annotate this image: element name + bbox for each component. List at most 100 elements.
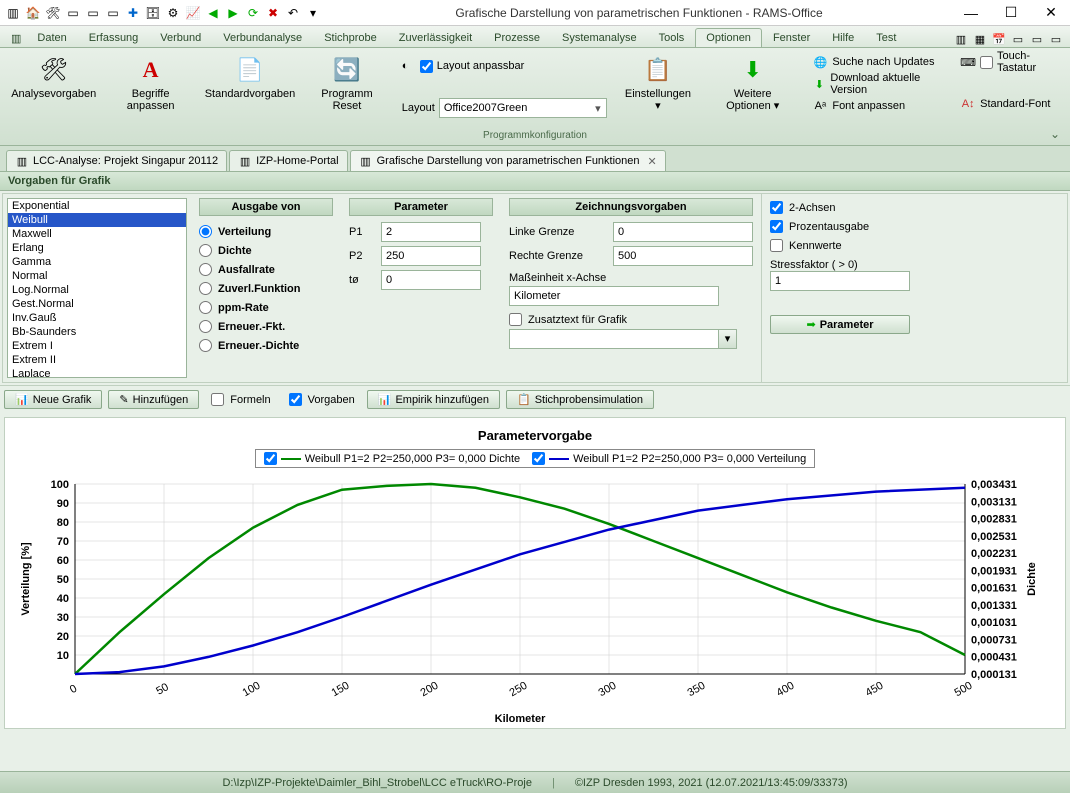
zusatztext-input[interactable] [509,329,719,349]
ribbon-icon-calendar[interactable]: 📅 [991,31,1007,47]
list-item[interactable]: Gamma [8,255,186,269]
ausgabe-radio[interactable]: Erneuer.-Dichte [199,336,333,355]
ribbon-tab-app[interactable]: ▥ [6,29,26,47]
parameter-button[interactable]: ➡ Parameter [770,315,910,334]
ribbon-icon-5[interactable]: ▭ [1029,31,1045,47]
doc-tab-grafik[interactable]: ▥ Grafische Darstellung von parametrisch… [350,150,666,171]
qat-app-icon[interactable]: ▥ [4,4,22,22]
touch-tastatur-check[interactable]: ⌨ Touch-Tastatur [956,52,1060,72]
list-item[interactable]: Inv.Gauß [8,311,186,325]
weitere-optionen-button[interactable]: ⬇ Weitere Optionen ▾ [705,52,800,114]
list-item[interactable]: Erlang [8,241,186,255]
ribbon-icon-4[interactable]: ▭ [1010,31,1026,47]
achsen-check[interactable] [770,201,783,214]
rechte-grenze-input[interactable] [613,246,753,266]
download-version-button[interactable]: ⬇ Download aktuelle Version [808,74,948,94]
ribbon-tab-test[interactable]: Test [865,28,907,47]
list-item[interactable]: Laplace [8,367,186,378]
empirik-button[interactable]: 📊Empirik hinzufügen [367,390,500,409]
layout-anpassbar-check[interactable]: ◐ Layout anpassbar [398,56,611,76]
linke-grenze-input[interactable] [613,222,753,242]
standard-font-button[interactable]: A↕ Standard-Font [956,94,1060,114]
list-item[interactable]: Normal [8,269,186,283]
qat-chart-icon[interactable]: 📈 [184,4,202,22]
ribbon-tab-verbundanalyse[interactable]: Verbundanalyse [212,28,313,47]
legend-check-1[interactable] [264,452,277,465]
ribbon-tab-erfassung[interactable]: Erfassung [78,28,150,47]
ausgabe-radio[interactable]: Verteilung [199,222,333,241]
qat-tools-icon[interactable]: 🛠 [44,4,62,22]
analysevorgaben-button[interactable]: 🛠 Analysevorgaben [10,52,97,102]
neue-grafik-button[interactable]: 📊Neue Grafik [4,390,102,409]
ribbon-tab-tools[interactable]: Tools [648,28,696,47]
qat-doc-icon[interactable]: ▭ [64,4,82,22]
ribbon-tab-stichprobe[interactable]: Stichprobe [313,28,388,47]
ausgabe-radio[interactable]: Dichte [199,241,333,260]
qat-paste-icon[interactable]: ▭ [104,4,122,22]
list-item[interactable]: Weibull [8,213,186,227]
maximize-button[interactable]: ☐ [996,3,1026,23]
ribbon-collapse-icon[interactable]: ⌄ [1050,127,1060,141]
to-input[interactable] [381,270,481,290]
qat-undo-icon[interactable]: ↶ [284,4,302,22]
ribbon-icon-2[interactable]: ▦ [972,31,988,47]
ausgabe-radio[interactable]: Ausfallrate [199,260,333,279]
list-item[interactable]: Exponential [8,199,186,213]
ribbon-tab-daten[interactable]: Daten [26,28,77,47]
list-item[interactable]: Extrem II [8,353,186,367]
ribbon-tab-systemanalyse[interactable]: Systemanalyse [551,28,648,47]
qat-gear-icon[interactable]: ⚙ [164,4,182,22]
qat-forward-icon[interactable]: ▶ [224,4,242,22]
zusatztext-check[interactable] [509,313,522,326]
ribbon-icon-6[interactable]: ▭ [1048,31,1064,47]
font-anpassen-button[interactable]: Aᵃ Font anpassen [808,96,948,116]
suche-updates-button[interactable]: 🌐 Suche nach Updates [808,52,948,72]
ribbon-tab-verbund[interactable]: Verbund [149,28,212,47]
ribbon-icon-1[interactable]: ▥ [953,31,969,47]
list-item[interactable]: Extrem I [8,339,186,353]
stress-input[interactable] [770,271,910,291]
qat-customize-icon[interactable]: ▾ [304,4,322,22]
qat-add-icon[interactable]: ✚ [124,4,142,22]
ausgabe-radio[interactable]: Erneuer.-Fkt. [199,317,333,336]
einstellungen-button[interactable]: 📋 Einstellungen ▾ [619,52,697,114]
list-item[interactable]: Gest.Normal [8,297,186,311]
minimize-button[interactable]: ― [956,3,986,23]
close-button[interactable]: ✕ [1036,3,1066,23]
masseinheit-input[interactable] [509,286,719,306]
list-item[interactable]: Bb-Saunders [8,325,186,339]
doc-tab-izp[interactable]: ▥ IZP-Home-Portal [229,150,348,171]
qat-copy-icon[interactable]: ▭ [84,4,102,22]
qat-db-icon[interactable]: 🗄 [144,4,162,22]
ausgabe-radio[interactable]: ppm-Rate [199,298,333,317]
ribbon-tab-hilfe[interactable]: Hilfe [821,28,865,47]
qat-cancel-icon[interactable]: ✖ [264,4,282,22]
layout-combo[interactable]: ▾ [439,98,607,118]
begriffe-button[interactable]: A Begriffe anpassen [105,52,195,114]
ribbon-tab-optionen[interactable]: Optionen [695,28,762,47]
qat-home-icon[interactable]: 🏠 [24,4,42,22]
hinzufuegen-button[interactable]: ✎Hinzufügen [108,390,199,409]
programm-reset-button[interactable]: 🔄 Programm Reset [304,52,390,114]
list-item[interactable]: Maxwell [8,227,186,241]
list-item[interactable]: Log.Normal [8,283,186,297]
p2-input[interactable] [381,246,481,266]
doc-tab-lcc[interactable]: ▥ LCC-Analyse: Projekt Singapur 20112 [6,150,227,171]
close-tab-icon[interactable]: ✕ [648,155,657,168]
legend-check-2[interactable] [532,452,545,465]
kennwerte-check[interactable] [770,239,783,252]
chevron-down-icon[interactable]: ▾ [590,102,606,115]
ribbon-tab-prozesse[interactable]: Prozesse [483,28,551,47]
stichproben-button[interactable]: 📋Stichprobensimulation [506,390,654,409]
standardvorgaben-button[interactable]: 📄 Standardvorgaben [204,52,296,102]
vorgaben-check[interactable] [289,393,302,406]
ribbon-tab-zuverlaessigkeit[interactable]: Zuverlässigkeit [388,28,483,47]
distribution-listbox[interactable]: ExponentialWeibullMaxwellErlangGammaNorm… [7,198,187,378]
p1-input[interactable] [381,222,481,242]
qat-back-icon[interactable]: ◀ [204,4,222,22]
ausgabe-radio[interactable]: Zuverl.Funktion [199,279,333,298]
qat-refresh-icon[interactable]: ⟳ [244,4,262,22]
ribbon-tab-fenster[interactable]: Fenster [762,28,821,47]
chevron-down-icon[interactable]: ▾ [719,329,737,349]
formeln-check[interactable] [211,393,224,406]
